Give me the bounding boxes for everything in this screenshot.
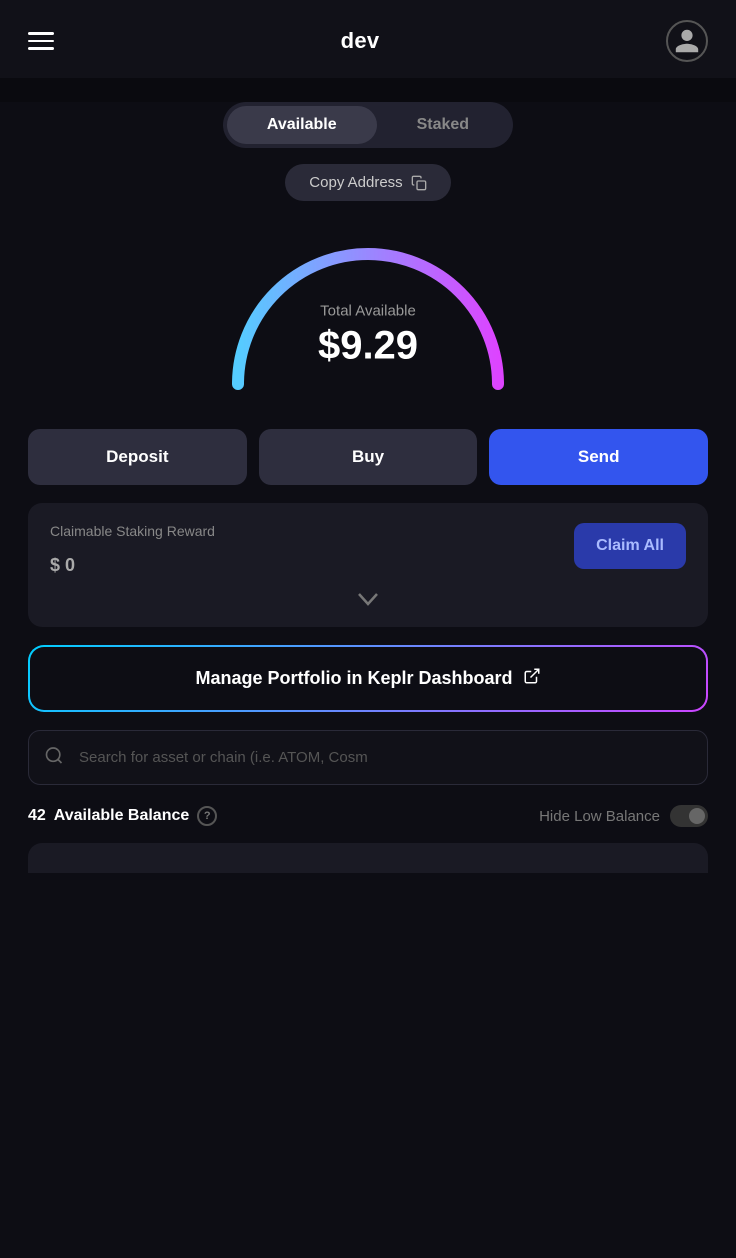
staking-card: Claimable Staking Reward $ 0 Claim All xyxy=(28,503,708,627)
main-content: Available Staked Copy Address Total Avai… xyxy=(0,102,736,1258)
copy-address-label: Copy Address xyxy=(309,174,402,191)
search-wrapper xyxy=(28,730,708,785)
info-icon[interactable]: ? xyxy=(197,806,217,826)
chevron-down-icon[interactable] xyxy=(357,592,379,611)
claim-all-button[interactable]: Claim All xyxy=(574,523,686,569)
deposit-button[interactable]: Deposit xyxy=(28,429,247,485)
header: dev xyxy=(0,0,736,78)
chevron-row xyxy=(50,592,686,611)
gauge-value: $9.29 xyxy=(318,323,418,368)
portfolio-label: Manage Portfolio in Keplr Dashboard xyxy=(195,668,512,689)
hide-low-label: Hide Low Balance xyxy=(539,808,660,825)
staking-info: Claimable Staking Reward $ 0 xyxy=(50,523,215,578)
avatar[interactable] xyxy=(666,20,708,62)
balance-count: 42 Available Balance ? xyxy=(28,806,217,826)
staking-header: Claimable Staking Reward $ 0 Claim All xyxy=(50,523,686,578)
staking-label: Claimable Staking Reward xyxy=(50,523,215,539)
portfolio-button-wrapper: Manage Portfolio in Keplr Dashboard xyxy=(28,645,708,712)
tab-staked[interactable]: Staked xyxy=(377,106,509,144)
send-button[interactable]: Send xyxy=(489,429,708,485)
hide-low-toggle[interactable] xyxy=(670,805,708,827)
gauge-label: Total Available xyxy=(318,302,418,319)
search-input[interactable] xyxy=(28,730,708,785)
search-icon xyxy=(44,745,64,770)
tab-switcher: Available Staked xyxy=(223,102,513,148)
bottom-card-preview xyxy=(28,843,708,873)
balance-row: 42 Available Balance ? Hide Low Balance xyxy=(28,805,708,839)
menu-icon[interactable] xyxy=(28,32,54,50)
gauge-text: Total Available $9.29 xyxy=(318,302,418,368)
gauge: Total Available $9.29 xyxy=(208,209,528,409)
action-buttons: Deposit Buy Send xyxy=(28,429,708,485)
copy-address-button[interactable]: Copy Address xyxy=(285,164,450,201)
portfolio-button[interactable]: Manage Portfolio in Keplr Dashboard xyxy=(30,647,706,710)
tab-available[interactable]: Available xyxy=(227,106,377,144)
copy-icon xyxy=(411,175,427,191)
staking-value: $ 0 xyxy=(50,547,215,578)
balance-number: 42 xyxy=(28,807,46,825)
page-title: dev xyxy=(341,28,380,54)
external-link-icon xyxy=(523,667,541,690)
balance-label: Available Balance xyxy=(54,807,189,825)
buy-button[interactable]: Buy xyxy=(259,429,478,485)
hide-low-balance: Hide Low Balance xyxy=(539,805,708,827)
